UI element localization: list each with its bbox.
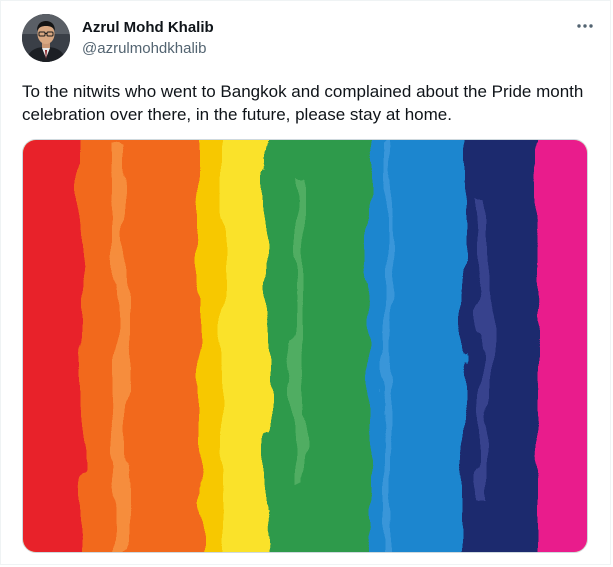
author-avatar[interactable] — [22, 14, 70, 62]
more-options-button[interactable] — [574, 15, 596, 37]
paint-stripe — [268, 140, 380, 552]
avatar-photo — [22, 14, 70, 62]
author-handle[interactable]: @azrulmohdkhalib — [82, 39, 206, 59]
paint-stripe — [538, 140, 587, 552]
tweet-card: Azrul Mohd Khalib @azrulmohdkhalib To th… — [0, 0, 611, 565]
tweet-media-image[interactable] — [22, 139, 588, 553]
paint-stripe — [463, 140, 550, 552]
more-dots-icon — [577, 24, 593, 28]
rainbow-paint-image — [23, 140, 587, 552]
author-display-name[interactable]: Azrul Mohd Khalib — [82, 18, 214, 38]
tweet-text: To the nitwits who went to Bangkok and c… — [22, 82, 584, 124]
paint-stripe — [81, 140, 210, 552]
